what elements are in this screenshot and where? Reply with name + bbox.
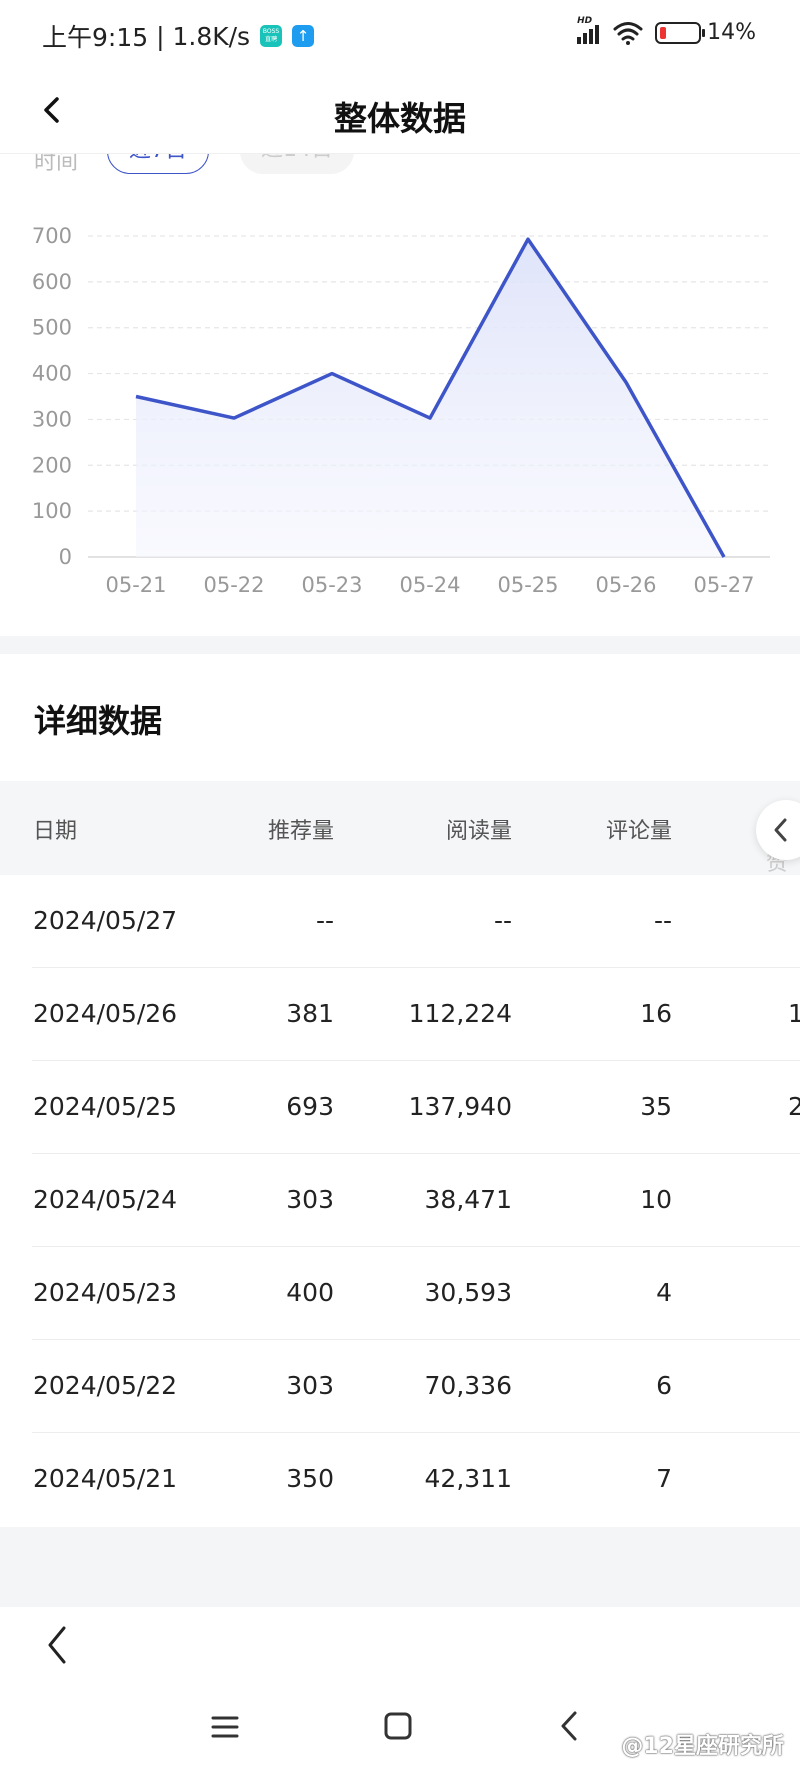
- cell-date: 2024/05/23: [33, 1278, 178, 1307]
- cell-reads: 112,224: [408, 999, 512, 1028]
- x-tick-label: 05-24: [399, 573, 460, 597]
- cellular-signal-icon: HD: [577, 16, 601, 44]
- status-separator: |: [148, 21, 173, 51]
- cell-comments: 10: [640, 1185, 672, 1214]
- cell-reads: 42,311: [424, 1464, 512, 1493]
- cell-date: 2024/05/22: [33, 1371, 178, 1400]
- table-row: 2024/05/21 350 42,311 7: [0, 1433, 800, 1526]
- menu-icon[interactable]: [210, 1712, 240, 1742]
- table-header: 日期 推荐量 阅读量 评论量 点赞: [0, 781, 800, 876]
- page-title: 整体数据: [334, 99, 466, 138]
- network-speed: 1.8K/s: [172, 21, 251, 51]
- cell-recommend: 400: [286, 1278, 334, 1307]
- cell-date: 2024/05/27: [33, 906, 178, 935]
- table-row: 2024/05/24 303 38,471 10: [0, 1154, 800, 1247]
- status-right: HD 14%: [577, 16, 756, 45]
- cell-reads: 38,471: [424, 1185, 512, 1214]
- cell-date: 2024/05/25: [33, 1092, 178, 1121]
- y-tick-label: 600: [32, 270, 72, 294]
- y-tick-label: 300: [32, 407, 72, 431]
- upload-icon: ↑: [292, 25, 315, 47]
- cell-date: 2024/05/24: [33, 1185, 178, 1214]
- section-divider-band: [0, 636, 800, 654]
- cell-recommend: 303: [286, 1371, 334, 1400]
- column-header-reads: 阅读量: [445, 819, 512, 844]
- bottom-back-icon[interactable]: [38, 1620, 78, 1670]
- y-tick-label: 400: [32, 362, 72, 386]
- nav-back-icon[interactable]: [556, 1708, 582, 1744]
- cell-comments: 7: [656, 1464, 672, 1493]
- hd-label: HD: [577, 15, 593, 26]
- column-header-recommend: 推荐量: [267, 819, 334, 844]
- x-tick-label: 05-27: [693, 573, 754, 597]
- y-tick-label: 100: [32, 499, 72, 523]
- cell-comments: --: [653, 906, 672, 935]
- x-tick-label: 05-21: [105, 573, 166, 597]
- status-left: 上午9:15 | 1.8K/s BOSS 直聘 ↑: [42, 18, 315, 54]
- watermark-text: @12星座研究所: [621, 1734, 784, 1759]
- detail-section-title: 详细数据: [34, 702, 163, 740]
- column-header-comments: 评论量: [605, 819, 672, 844]
- cell-reads: --: [493, 906, 512, 935]
- trend-chart: 0 100 200 300 400 500 600 700 05-21 05-22 05-23 05…: [0, 200, 800, 600]
- table-row: 2024/05/26 381 112,224 16 1: [0, 968, 800, 1061]
- table-row: 2024/05/22 303 70,336 6: [0, 1340, 800, 1433]
- cell-comments: 16: [640, 999, 672, 1028]
- system-nav-bar: @12星座研究所: [0, 1690, 800, 1778]
- x-tick-label: 05-22: [203, 573, 264, 597]
- cell-recommend: 693: [286, 1092, 334, 1121]
- battery-text: 14%: [707, 20, 756, 45]
- column-header-date: 日期: [33, 819, 78, 844]
- cell-comments: 6: [656, 1371, 672, 1400]
- cell-recommend: 303: [286, 1185, 334, 1214]
- x-tick-label: 05-25: [497, 573, 558, 597]
- x-tick-label: 05-26: [595, 573, 656, 597]
- table-row: 2024/05/27 -- -- --: [0, 875, 800, 968]
- cell-reads: 30,593: [424, 1278, 512, 1307]
- cell-recommend: 350: [286, 1464, 334, 1493]
- cell-recommend: 381: [286, 999, 334, 1028]
- boss-app-icon: BOSS 直聘: [260, 25, 283, 47]
- wifi-icon: [613, 21, 643, 45]
- table-row: 2024/05/25 693 137,940 35 2: [0, 1061, 800, 1154]
- cell-reads: 70,336: [424, 1371, 512, 1400]
- cell-likes: 1: [788, 999, 800, 1028]
- y-tick-label: 700: [32, 224, 72, 248]
- page-header: 整体数据: [0, 72, 800, 154]
- cell-recommend: --: [315, 906, 334, 935]
- x-tick-label: 05-23: [301, 573, 362, 597]
- cell-comments: 4: [656, 1278, 672, 1307]
- cell-likes: 2: [788, 1092, 800, 1121]
- cell-comments: 35: [640, 1092, 672, 1121]
- bottom-spacer-band: [0, 1527, 800, 1607]
- y-tick-label: 0: [59, 545, 72, 569]
- status-bar: 上午9:15 | 1.8K/s BOSS 直聘 ↑ HD 14%: [0, 0, 800, 72]
- y-tick-label: 200: [32, 453, 72, 477]
- table-row: 2024/05/23 400 30,593 4: [0, 1247, 800, 1340]
- battery-icon: [655, 21, 706, 44]
- scroll-columns-button[interactable]: [756, 800, 800, 860]
- cell-date: 2024/05/21: [33, 1464, 178, 1493]
- y-tick-label: 500: [32, 316, 72, 340]
- status-time: 上午9:15: [42, 23, 149, 52]
- chevron-left-icon: [774, 818, 787, 842]
- cell-reads: 137,940: [408, 1092, 512, 1121]
- trend-chart-svg: 0 100 200 300 400 500 600 700 05-21 05-22 05-23 05…: [32, 224, 770, 597]
- home-square-icon[interactable]: [382, 1710, 414, 1742]
- cell-date: 2024/05/26: [33, 999, 178, 1028]
